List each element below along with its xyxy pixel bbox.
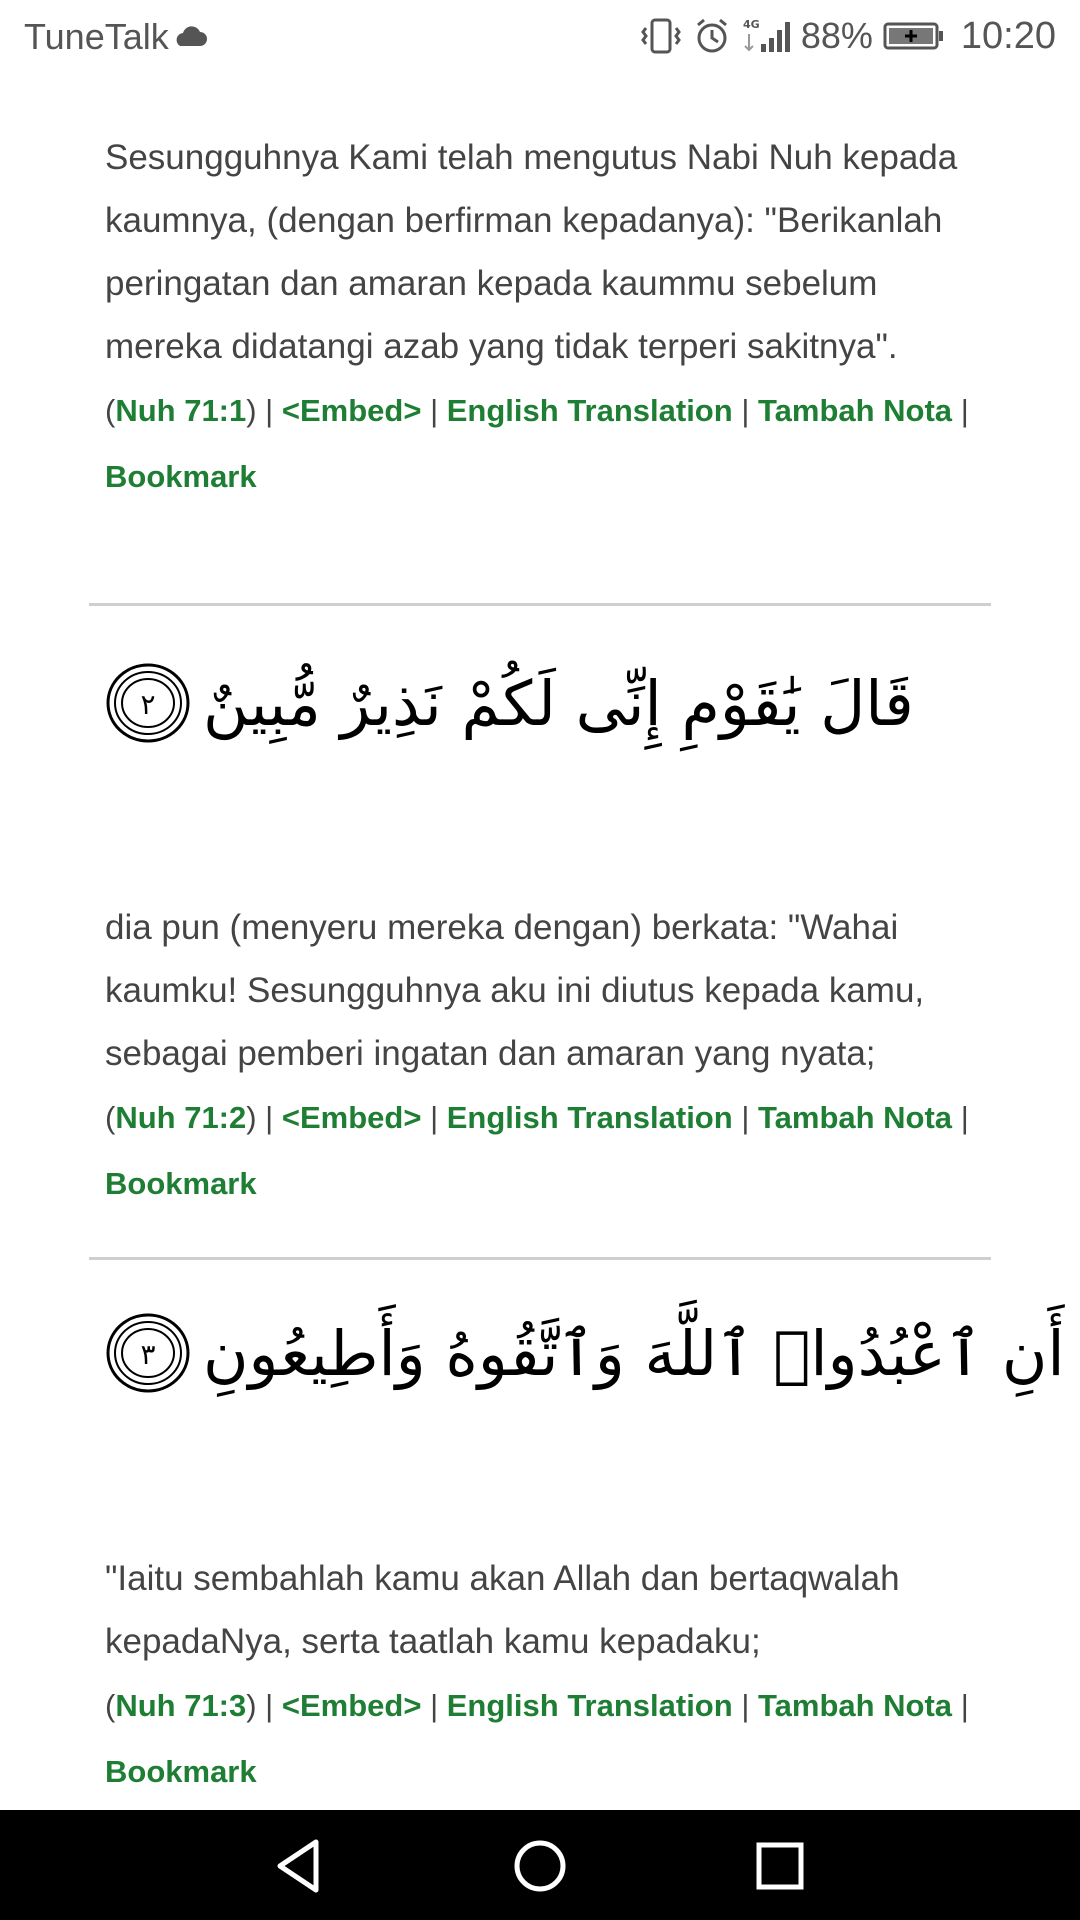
divider <box>89 1257 991 1260</box>
tambah-nota-link[interactable]: Tambah Nota <box>758 393 952 428</box>
ayah-number-icon: ٢ <box>106 663 190 743</box>
arabic-verse: ٣ أَنِ ٱعْبُدُوا۟ ٱللَّهَ وَٱتَّقُوهُ وَ… <box>105 1298 1065 1408</box>
english-translation-link[interactable]: English Translation <box>447 393 733 428</box>
carrier-name: TuneTalk <box>24 16 169 57</box>
arabic-text: أَنِ ٱعْبُدُوا۟ ٱللَّهَ وَٱتَّقُوهُ وَأَ… <box>203 1316 1065 1390</box>
signal-icon: 4G <box>743 18 790 52</box>
verse-block: dia pun (menyeru mereka dengan) berkata:… <box>0 896 985 1217</box>
svg-text:٢: ٢ <box>140 688 155 721</box>
arabic-verse: ٢ قَالَ يَٰقَوْمِ إِنِّى لَكُمْ نَذِيرٌ … <box>105 648 985 758</box>
navigation-bar <box>0 1810 1080 1920</box>
verse-block: Sesungguhnya Kami telah mengutus Nabi Nu… <box>0 126 985 510</box>
translation-text: Sesungguhnya Kami telah mengutus Nabi Nu… <box>105 138 958 366</box>
vibrate-icon <box>640 18 681 54</box>
status-bar: TuneTalk 4G 88% 10:20 <box>0 0 1080 76</box>
ayah-number-icon: ٣ <box>106 1313 190 1393</box>
arabic-text: قَالَ يَٰقَوْمِ إِنِّى لَكُمْ نَذِيرٌ مُ… <box>203 666 914 740</box>
embed-link[interactable]: <Embed> <box>282 393 422 428</box>
back-icon[interactable] <box>270 1836 330 1896</box>
embed-link[interactable]: <Embed> <box>282 1100 422 1135</box>
status-icons: 4G 88% 10:20 <box>639 14 1056 58</box>
bookmark-link[interactable]: Bookmark <box>105 1754 257 1789</box>
verse-links: (Nuh 71:2) | <Embed> | English Translati… <box>105 1100 969 1201</box>
translation-text: "Iaitu sembahlah kamu akan Allah dan ber… <box>105 1559 900 1661</box>
verse-ref-link[interactable]: Nuh 71:2 <box>115 1100 246 1135</box>
bookmark-link[interactable]: Bookmark <box>105 1166 257 1201</box>
translation-text: dia pun (menyeru mereka dengan) berkata:… <box>105 908 925 1073</box>
verse-block: "Iaitu sembahlah kamu akan Allah dan ber… <box>0 1547 985 1805</box>
battery-charging-icon <box>883 22 943 50</box>
alarm-icon <box>696 18 727 53</box>
clock: 10:20 <box>960 14 1056 57</box>
recents-icon[interactable] <box>750 1836 810 1896</box>
svg-text:4G: 4G <box>743 18 760 31</box>
bookmark-link[interactable]: Bookmark <box>105 459 257 494</box>
verse-ref-link[interactable]: Nuh 71:1 <box>115 393 246 428</box>
home-icon[interactable] <box>510 1836 570 1896</box>
tambah-nota-link[interactable]: Tambah Nota <box>758 1100 952 1135</box>
verse-links: (Nuh 71:1) | <Embed> | English Translati… <box>105 393 969 494</box>
battery-percent: 88% <box>800 15 873 56</box>
english-translation-link[interactable]: English Translation <box>447 1100 733 1135</box>
verse-links: (Nuh 71:3) | <Embed> | English Translati… <box>105 1688 969 1789</box>
divider <box>89 603 991 606</box>
tambah-nota-link[interactable]: Tambah Nota <box>758 1688 952 1723</box>
verse-list[interactable]: Sesungguhnya Kami telah mengutus Nabi Nu… <box>0 76 1080 1810</box>
cloud-icon <box>176 26 207 46</box>
embed-link[interactable]: <Embed> <box>282 1688 422 1723</box>
verse-ref-link[interactable]: Nuh 71:3 <box>115 1688 246 1723</box>
english-translation-link[interactable]: English Translation <box>447 1688 733 1723</box>
svg-text:٣: ٣ <box>140 1338 155 1371</box>
